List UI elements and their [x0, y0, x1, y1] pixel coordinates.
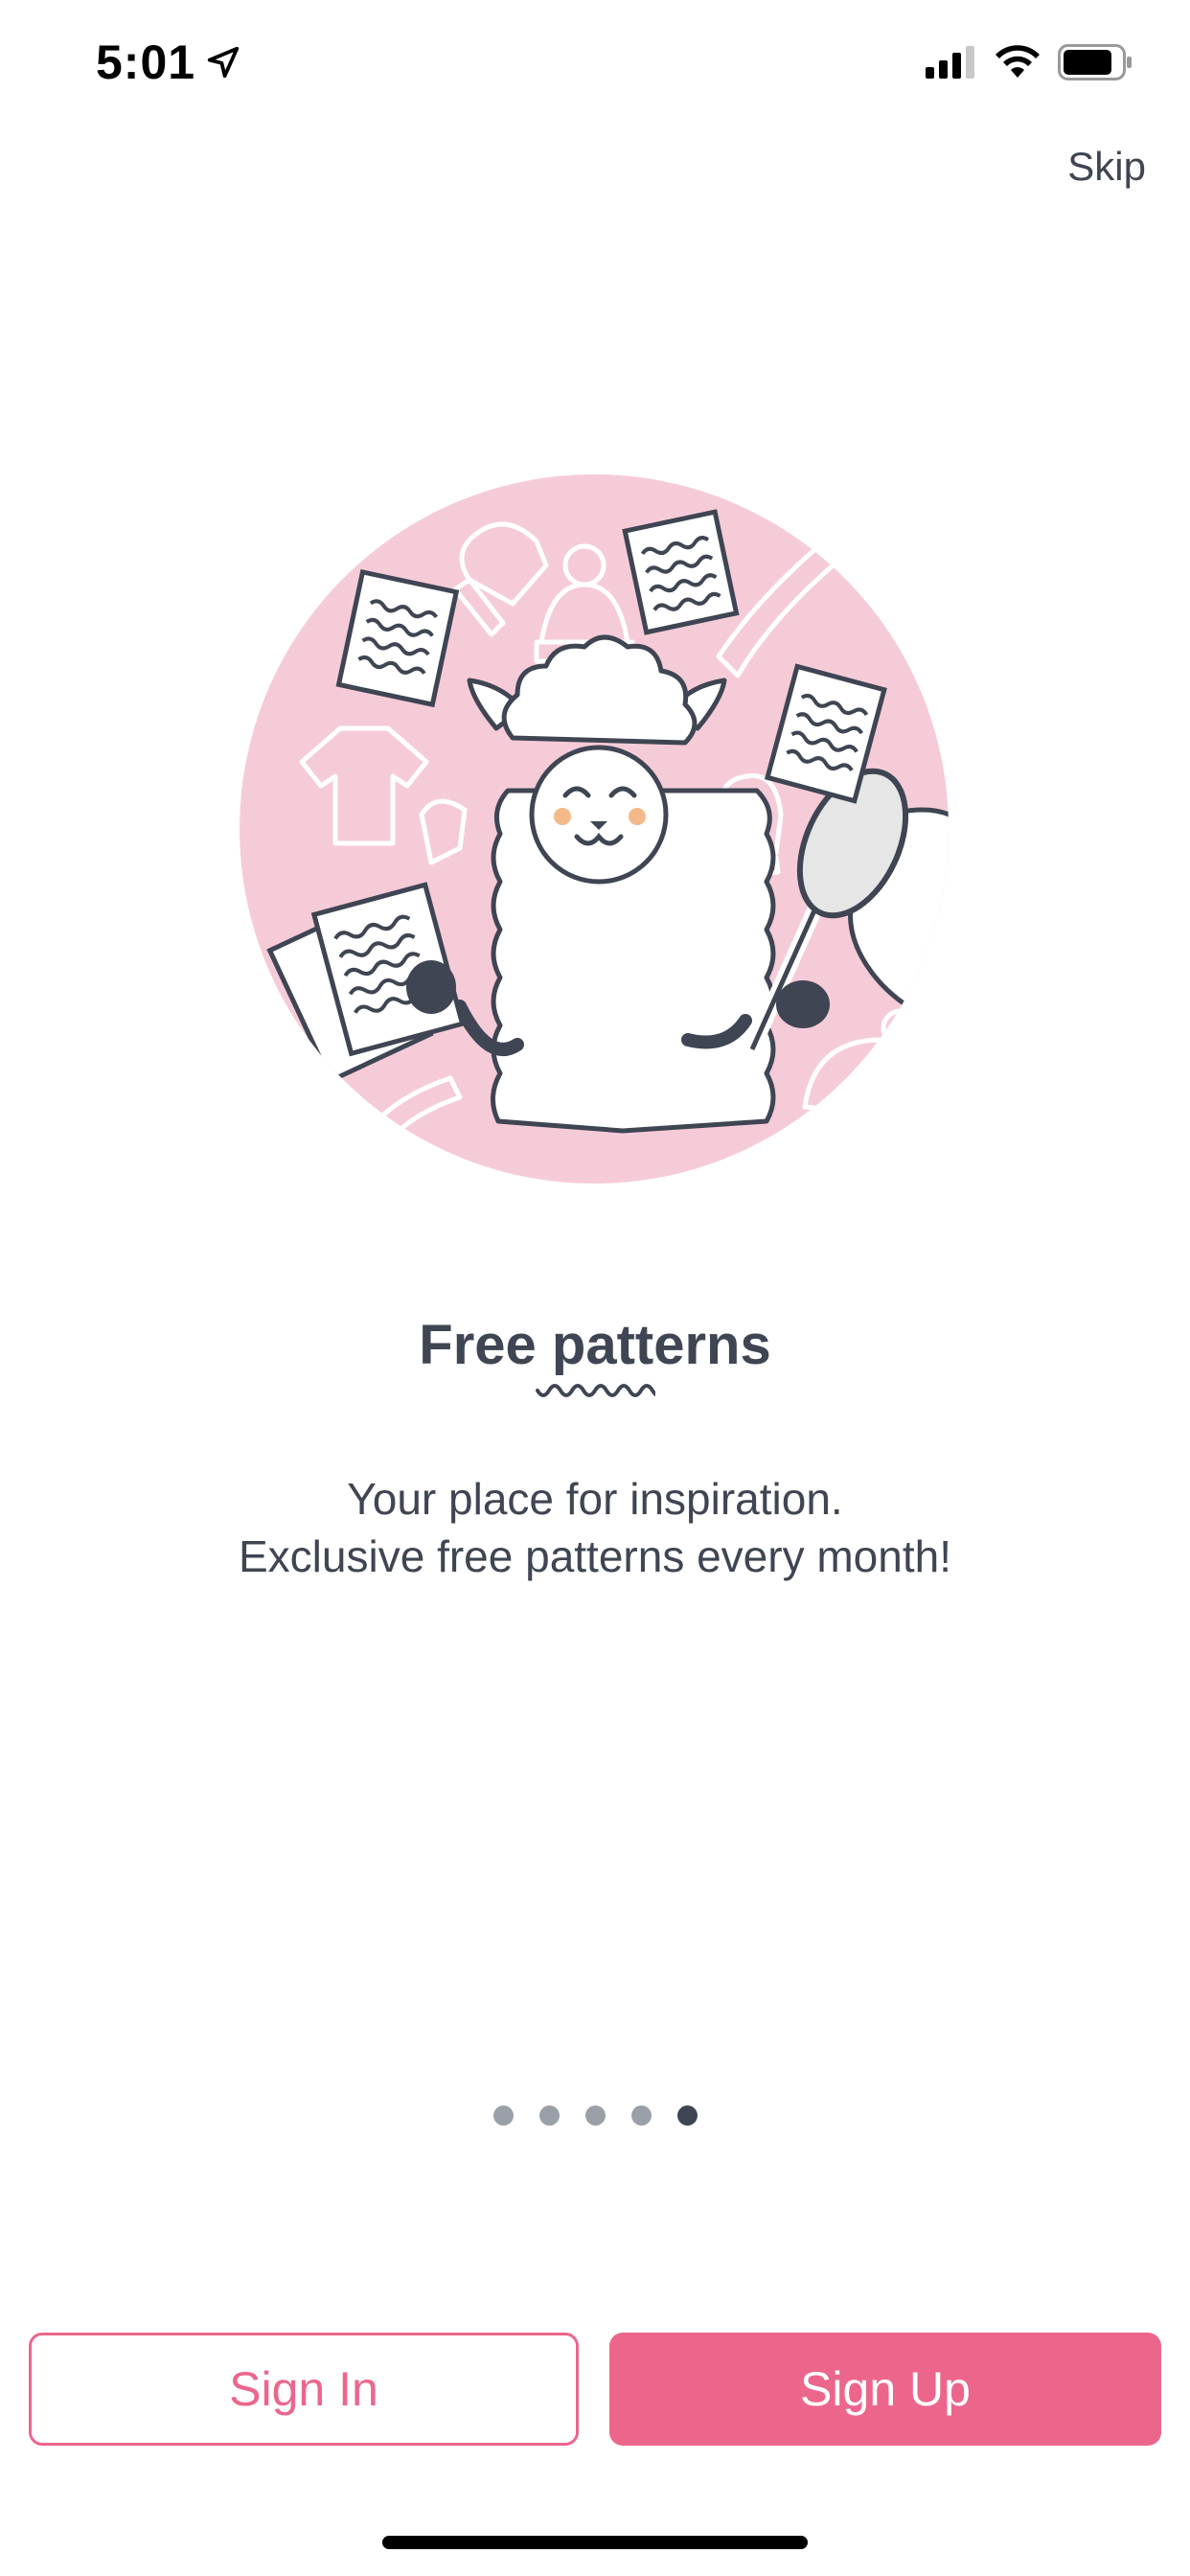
cellular-signal-icon — [926, 46, 974, 79]
page-dot-1[interactable] — [492, 2105, 514, 2126]
battery-icon — [1058, 44, 1132, 80]
title-underline-squiggle — [536, 1384, 655, 1397]
sign-in-button[interactable]: Sign In — [29, 2333, 579, 2446]
skip-button[interactable]: Skip — [1067, 144, 1146, 190]
status-bar-time: 5:01 — [96, 34, 241, 90]
description-line-2: Exclusive free patterns every month! — [239, 1531, 951, 1581]
page-dot-3[interactable] — [584, 2105, 606, 2126]
page-description: Your place for inspiration. Exclusive fr… — [0, 1470, 1190, 1585]
page-dot-5-active[interactable] — [676, 2105, 698, 2126]
wifi-icon — [995, 45, 1040, 78]
page-indicator — [0, 2105, 1190, 2126]
llama-with-patterns-illustration — [240, 474, 949, 1184]
description-line-1: Your place for inspiration. — [347, 1474, 843, 1524]
location-arrow-icon — [207, 46, 240, 79]
page-dot-4[interactable] — [630, 2105, 652, 2126]
onboarding-screen: 5:01 Skip Free patterns Your place for i… — [0, 0, 1190, 2576]
status-time-text: 5:01 — [96, 35, 196, 89]
page-dot-2[interactable] — [538, 2105, 560, 2126]
status-bar-indicators — [926, 44, 1133, 80]
sign-up-button[interactable]: Sign Up — [609, 2333, 1161, 2446]
home-indicator[interactable] — [382, 2536, 808, 2549]
page-title: Free patterns — [419, 1314, 771, 1376]
